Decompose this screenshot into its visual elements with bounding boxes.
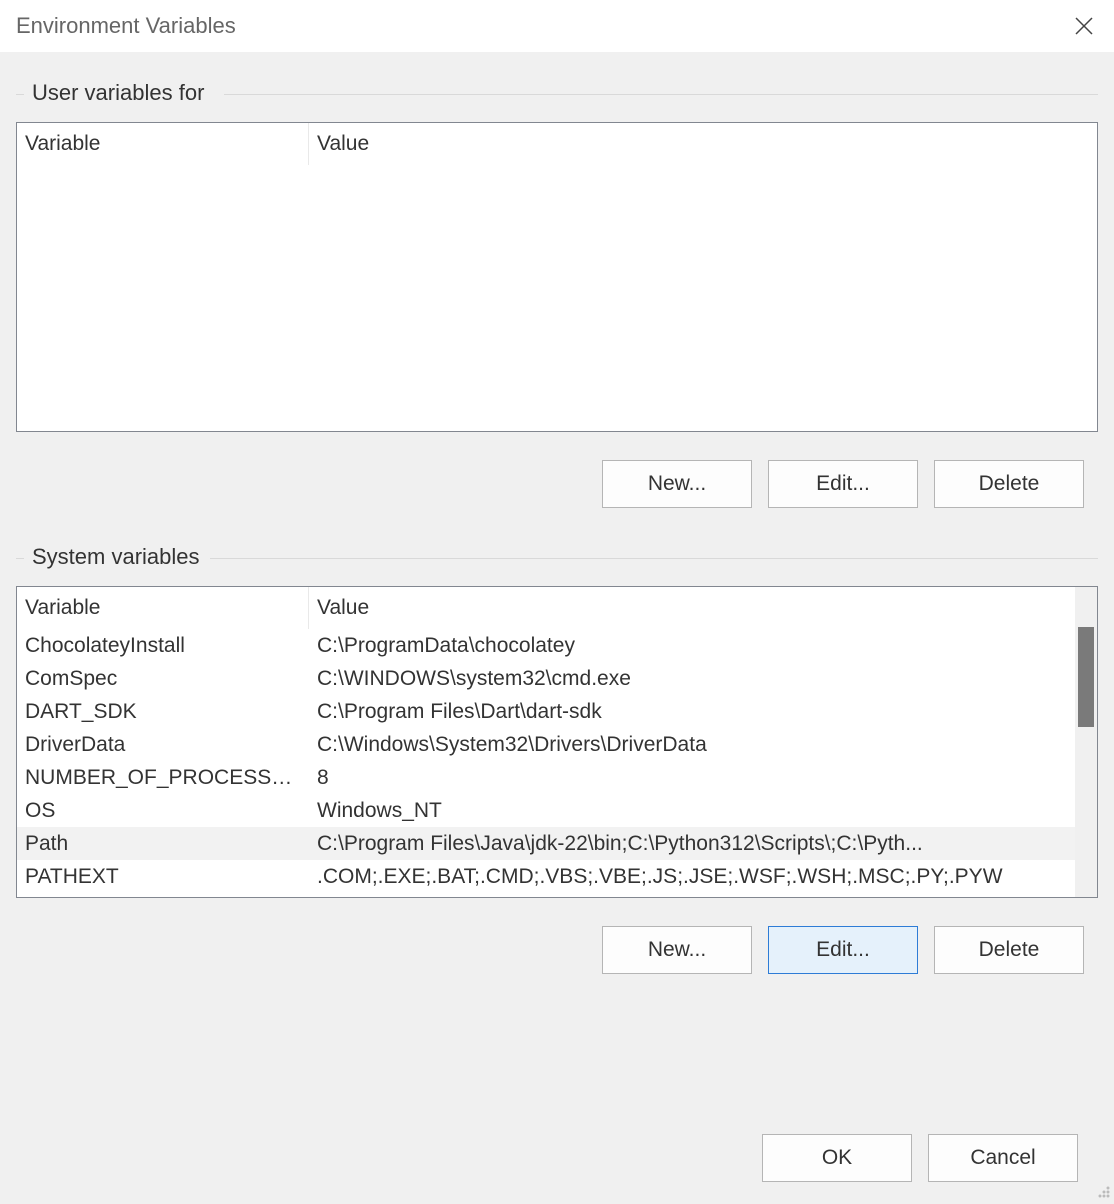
cell-value: C:\Program Files\Java\jdk-22\bin;C:\Pyth… bbox=[309, 832, 1097, 856]
user-variables-list[interactable]: Variable Value bbox=[16, 122, 1098, 432]
table-row[interactable]: NUMBER_OF_PROCESSORS8 bbox=[17, 761, 1097, 794]
system-variables-legend: System variables bbox=[28, 544, 204, 570]
column-header-value[interactable]: Value bbox=[309, 123, 1097, 165]
cell-variable: OS bbox=[17, 799, 309, 823]
cell-variable: PATHEXT bbox=[17, 865, 309, 889]
table-row[interactable]: PATHEXT.COM;.EXE;.BAT;.CMD;.VBS;.VBE;.JS… bbox=[17, 860, 1097, 893]
cell-value: C:\Windows\System32\Drivers\DriverData bbox=[309, 733, 1097, 757]
cell-value: Windows_NT bbox=[309, 799, 1097, 823]
cancel-button[interactable]: Cancel bbox=[928, 1134, 1078, 1182]
user-rows bbox=[17, 165, 1097, 431]
table-row[interactable]: ChocolateyInstallC:\ProgramData\chocolat… bbox=[17, 629, 1097, 662]
cell-value: .COM;.EXE;.BAT;.CMD;.VBS;.VBE;.JS;.JSE;.… bbox=[309, 865, 1097, 889]
cell-variable: NUMBER_OF_PROCESSORS bbox=[17, 766, 309, 790]
cell-value: C:\Program Files\Dart\dart-sdk bbox=[309, 700, 1097, 724]
system-buttons: New... Edit... Delete bbox=[16, 926, 1098, 974]
table-row[interactable]: DriverDataC:\Windows\System32\Drivers\Dr… bbox=[17, 728, 1097, 761]
vertical-scrollbar[interactable] bbox=[1075, 587, 1097, 897]
table-row[interactable]: OSWindows_NT bbox=[17, 794, 1097, 827]
cell-variable: ChocolateyInstall bbox=[17, 634, 309, 658]
scrollbar-thumb[interactable] bbox=[1078, 627, 1094, 727]
column-header-variable[interactable]: Variable bbox=[17, 587, 309, 629]
user-new-button[interactable]: New... bbox=[602, 460, 752, 508]
titlebar: Environment Variables bbox=[0, 0, 1114, 52]
user-variables-group: User variables for Variable Value New...… bbox=[16, 80, 1098, 508]
table-row[interactable]: ComSpecC:\WINDOWS\system32\cmd.exe bbox=[17, 662, 1097, 695]
close-button[interactable] bbox=[1064, 6, 1104, 46]
dialog-title: Environment Variables bbox=[16, 13, 236, 39]
resize-grip[interactable] bbox=[1094, 1180, 1110, 1196]
user-variables-legend: User variables for bbox=[28, 80, 208, 106]
cell-variable: DART_SDK bbox=[17, 700, 309, 724]
cell-variable: ComSpec bbox=[17, 667, 309, 691]
system-delete-button[interactable]: Delete bbox=[934, 926, 1084, 974]
environment-variables-dialog: Environment Variables User variables for… bbox=[0, 0, 1114, 1200]
close-icon bbox=[1074, 16, 1094, 36]
cell-variable: DriverData bbox=[17, 733, 309, 757]
cell-value: 8 bbox=[309, 766, 1097, 790]
user-buttons: New... Edit... Delete bbox=[16, 460, 1098, 508]
column-header-variable[interactable]: Variable bbox=[17, 123, 309, 165]
cell-value: C:\ProgramData\chocolatey bbox=[309, 634, 1097, 658]
cell-variable: Path bbox=[17, 832, 309, 856]
user-delete-button[interactable]: Delete bbox=[934, 460, 1084, 508]
system-variables-list[interactable]: Variable Value ChocolateyInstallC:\Progr… bbox=[16, 586, 1098, 898]
system-list-header: Variable Value bbox=[17, 587, 1097, 629]
system-variables-group: System variables Variable Value Chocolat… bbox=[16, 544, 1098, 974]
column-header-value[interactable]: Value bbox=[309, 587, 1097, 629]
system-rows: ChocolateyInstallC:\ProgramData\chocolat… bbox=[17, 629, 1097, 897]
table-row[interactable]: DART_SDKC:\Program Files\Dart\dart-sdk bbox=[17, 695, 1097, 728]
system-new-button[interactable]: New... bbox=[602, 926, 752, 974]
system-edit-button[interactable]: Edit... bbox=[768, 926, 918, 974]
user-list-header: Variable Value bbox=[17, 123, 1097, 165]
dialog-footer: OK Cancel bbox=[0, 1116, 1114, 1200]
cell-value: C:\WINDOWS\system32\cmd.exe bbox=[309, 667, 1097, 691]
user-edit-button[interactable]: Edit... bbox=[768, 460, 918, 508]
ok-button[interactable]: OK bbox=[762, 1134, 912, 1182]
table-row[interactable]: PathC:\Program Files\Java\jdk-22\bin;C:\… bbox=[17, 827, 1097, 860]
